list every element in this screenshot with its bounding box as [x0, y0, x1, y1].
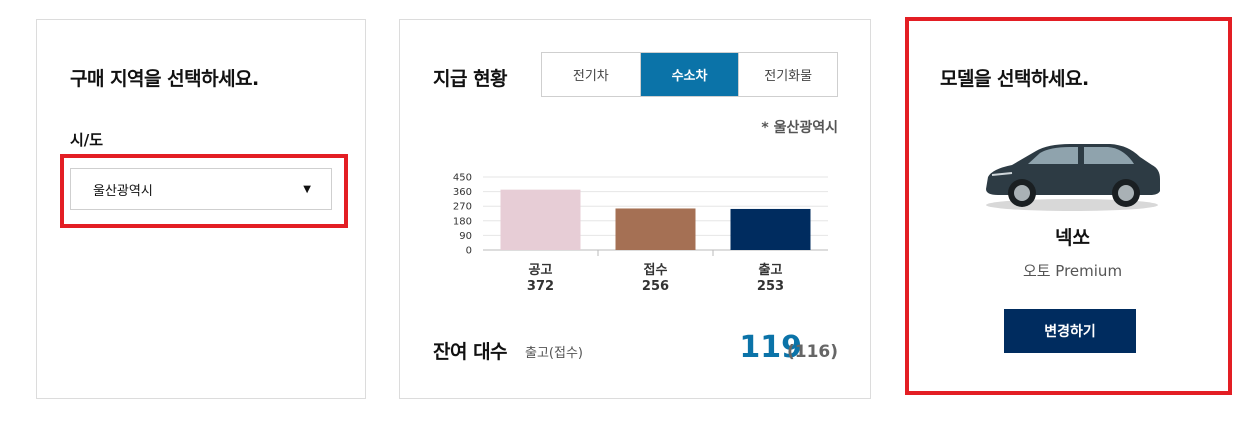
model-name: 넥쏘 [1055, 227, 1090, 249]
data-label: 253 [757, 279, 784, 294]
region-title: 구매 지역을 선택하세요. [70, 68, 259, 90]
tab-ev[interactable]: 전기차 [542, 53, 641, 96]
x-tick-label: 출고 [759, 262, 783, 278]
chart-x-axis: 공고372 접수256 출고253 [527, 250, 784, 294]
status-title: 지급 현황 [433, 68, 508, 90]
data-label: 372 [527, 279, 554, 294]
remaining-received-count: (116) [786, 342, 838, 362]
y-tick-label: 450 [453, 173, 472, 184]
remaining-sub-label: 출고(접수) [525, 346, 583, 361]
subsidy-bar-chart: 450 360 270 180 90 0 공고372 접수256 출고253 [453, 173, 828, 294]
sido-select-value: 울산광역시 [93, 183, 153, 199]
sido-select[interactable]: 울산광역시 ▼ [70, 168, 332, 210]
bar-접수 [615, 208, 696, 250]
tab-ev-cargo[interactable]: 전기화물 [739, 53, 837, 96]
x-tick-label: 접수 [644, 262, 668, 278]
x-tick-label: 공고 [529, 263, 553, 278]
y-tick-label: 90 [459, 231, 472, 242]
vehicle-type-tabs: 전기차 수소차 전기화물 [541, 52, 838, 97]
bar-공고 [500, 189, 581, 250]
change-model-button[interactable]: 변경하기 [1004, 309, 1136, 353]
suv-car-icon [986, 144, 1160, 211]
sido-label: 시/도 [70, 131, 104, 149]
chart-y-axis: 450 360 270 180 90 0 [453, 173, 472, 257]
y-tick-label: 360 [453, 187, 472, 198]
data-label: 256 [642, 279, 669, 294]
y-tick-label: 180 [453, 216, 472, 227]
chart-bars [500, 189, 811, 250]
bar-출고 [730, 208, 811, 250]
chevron-down-icon: ▼ [303, 183, 311, 195]
remaining-label: 잔여 대수 [433, 341, 508, 363]
model-title: 모델을 선택하세요. [940, 68, 1089, 90]
tab-hydrogen[interactable]: 수소차 [640, 53, 740, 96]
y-tick-label: 270 [453, 202, 472, 213]
model-trim: 오토 Premium [1022, 262, 1123, 280]
y-tick-label: 0 [466, 246, 472, 257]
region-note: * 울산광역시 [761, 120, 838, 136]
